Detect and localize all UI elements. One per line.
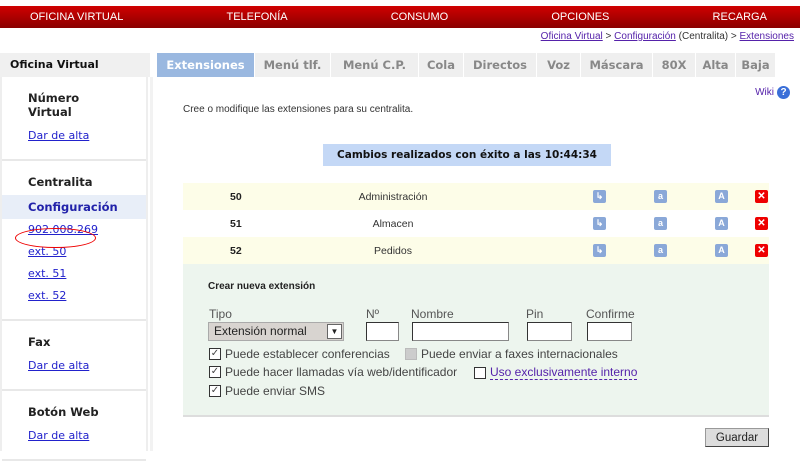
faxes-checkbox: Puede enviar a faxes internacionales [405, 347, 618, 361]
tipo-label: Tipo [209, 307, 232, 321]
section-numero-virtual: Número Virtual Dar de alta [2, 77, 146, 161]
section-title: Número Virtual [28, 91, 80, 119]
tab-cola[interactable]: Cola [419, 53, 464, 77]
ext-name: Pedidos [374, 244, 412, 257]
tab-alta[interactable]: Alta [696, 53, 736, 77]
delete-icon[interactable]: ✕ [755, 190, 768, 203]
table-row: 51 Almacen ↳ a A ✕ [183, 210, 769, 237]
form-title: Crear nueva extensión [208, 281, 316, 292]
chevron-down-icon: ▼ [327, 324, 342, 339]
new-extension-form: Crear nueva extensión Tipo Nº Nombre Pin… [183, 264, 769, 417]
ext-name: Almacen [372, 217, 414, 230]
tipo-select[interactable]: Extensión normal ▼ [208, 322, 344, 341]
checkbox-label[interactable]: Uso exclusivamente interno [490, 365, 638, 380]
llamadas-web-checkbox[interactable]: ✓ Puede hacer llamadas vía web/identifica… [209, 365, 457, 379]
ext-52-link[interactable]: ext. 52 [2, 285, 146, 307]
tab-extensiones[interactable]: Extensiones [157, 53, 255, 77]
lock-icon[interactable]: a [654, 217, 667, 230]
checkbox-label: Puede establecer conferencias [225, 347, 390, 361]
pin-label: Pin [526, 307, 544, 321]
tipo-value: Extensión normal [214, 324, 307, 338]
fax-dar-de-alta-link[interactable]: Dar de alta [2, 355, 146, 377]
num-input[interactable] [366, 322, 399, 341]
crumb-oficina[interactable]: Oficina Virtual [541, 31, 603, 42]
checkbox-checked[interactable]: ✓ [209, 385, 221, 397]
help-icon: ? [777, 86, 790, 99]
table-row: 52 Pedidos ↳ a A ✕ [183, 237, 769, 264]
nav-opciones[interactable]: OPCIONES [551, 11, 609, 23]
forward-icon[interactable]: ↳ [593, 244, 606, 257]
sms-checkbox[interactable]: ✓ Puede enviar SMS [209, 384, 325, 398]
forward-icon[interactable]: ↳ [593, 217, 606, 230]
numero-dar-de-alta-link[interactable]: Dar de alta [2, 125, 146, 147]
conferencias-checkbox[interactable]: ✓ Puede establecer conferencias [209, 347, 390, 361]
rename-icon[interactable]: A [715, 190, 728, 203]
section-title: Fax [28, 335, 51, 349]
tab-baja[interactable]: Baja [736, 53, 776, 77]
configuracion-link[interactable]: Configuración [2, 195, 146, 219]
ext-51-link[interactable]: ext. 51 [2, 263, 146, 285]
tabs: Extensiones Menú tlf. Menú C.P. Cola Dir… [157, 53, 800, 77]
top-nav: OFICINA VIRTUAL TELEFONÍA CONSUMO OPCION… [0, 6, 800, 28]
tab-mascara[interactable]: Máscara [581, 53, 653, 77]
checkbox-unchecked[interactable] [474, 366, 486, 379]
section-title: Centralita [28, 175, 93, 189]
nombre-label: Nombre [411, 307, 454, 321]
nav-telefonia[interactable]: TELEFONÍA [226, 11, 287, 23]
crumb-sep: > [602, 31, 615, 42]
crumb-configuracion[interactable]: Configuración [614, 31, 676, 42]
sidebar-title: Oficina Virtual [0, 53, 150, 77]
uso-interno-checkbox[interactable]: Uso exclusivamente interno [474, 365, 638, 380]
table-row: 50 Administración ↳ a A ✕ [183, 183, 769, 210]
save-button[interactable]: Guardar [705, 428, 769, 447]
tab-menu-tlf[interactable]: Menú tlf. [255, 53, 331, 77]
ext-number: 50 [230, 190, 242, 203]
ext-name: Administración [358, 190, 428, 203]
main-content: Cree o modifique las extensiones para su… [150, 77, 800, 451]
boton-dar-de-alta-link[interactable]: Dar de alta [2, 425, 146, 447]
ext-number: 51 [230, 217, 242, 230]
section-fax: Fax Dar de alta [2, 321, 146, 391]
delete-icon[interactable]: ✕ [755, 244, 768, 257]
breadcrumb: Oficina Virtual > Configuración (Central… [541, 31, 794, 42]
tab-80x[interactable]: 80X [653, 53, 696, 77]
checkbox-checked[interactable]: ✓ [209, 366, 221, 378]
section-title: Botón Web [28, 405, 99, 419]
pin-input[interactable] [527, 322, 572, 341]
confirme-label: Confirme [586, 307, 635, 321]
extensions-table: 50 Administración ↳ a A ✕ 51 Almacen ↳ a… [183, 183, 769, 264]
checkbox-disabled [405, 348, 417, 360]
forward-icon[interactable]: ↳ [593, 190, 606, 203]
crumb-extensiones[interactable]: Extensiones [740, 31, 794, 42]
ext-number: 52 [230, 244, 242, 257]
checkbox-label: Puede enviar a faxes internacionales [421, 347, 618, 361]
nav-oficina-virtual[interactable]: OFICINA VIRTUAL [30, 11, 123, 23]
intro-text: Cree o modifique las extensiones para su… [183, 104, 414, 115]
wiki-link[interactable]: Wiki? [755, 86, 790, 99]
confirme-input[interactable] [587, 322, 632, 341]
wiki-label: Wiki [755, 87, 774, 98]
tab-voz[interactable]: Voz [537, 53, 581, 77]
nombre-input[interactable] [412, 322, 509, 341]
checkbox-label: Puede hacer llamadas vía web/identificad… [225, 365, 458, 379]
nav-consumo[interactable]: CONSUMO [391, 11, 448, 23]
rename-icon[interactable]: A [715, 244, 728, 257]
nav-recarga[interactable]: RECARGA [713, 11, 767, 23]
red-annotation-circle [15, 228, 96, 248]
success-message: Cambios realizados con éxito a las 10:44… [323, 144, 611, 166]
num-label: Nº [366, 307, 380, 321]
tab-directos[interactable]: Directos [464, 53, 537, 77]
delete-icon[interactable]: ✕ [755, 217, 768, 230]
tab-menu-cp[interactable]: Menú C.P. [331, 53, 419, 77]
lock-icon[interactable]: a [654, 190, 667, 203]
checkbox-checked[interactable]: ✓ [209, 348, 221, 360]
crumb-mid: (Centralita) > [675, 31, 740, 42]
rename-icon[interactable]: A [715, 217, 728, 230]
sidebar: Número Virtual Dar de alta Centralita Co… [0, 77, 148, 461]
lock-icon[interactable]: a [654, 244, 667, 257]
checkbox-label: Puede enviar SMS [225, 384, 326, 398]
